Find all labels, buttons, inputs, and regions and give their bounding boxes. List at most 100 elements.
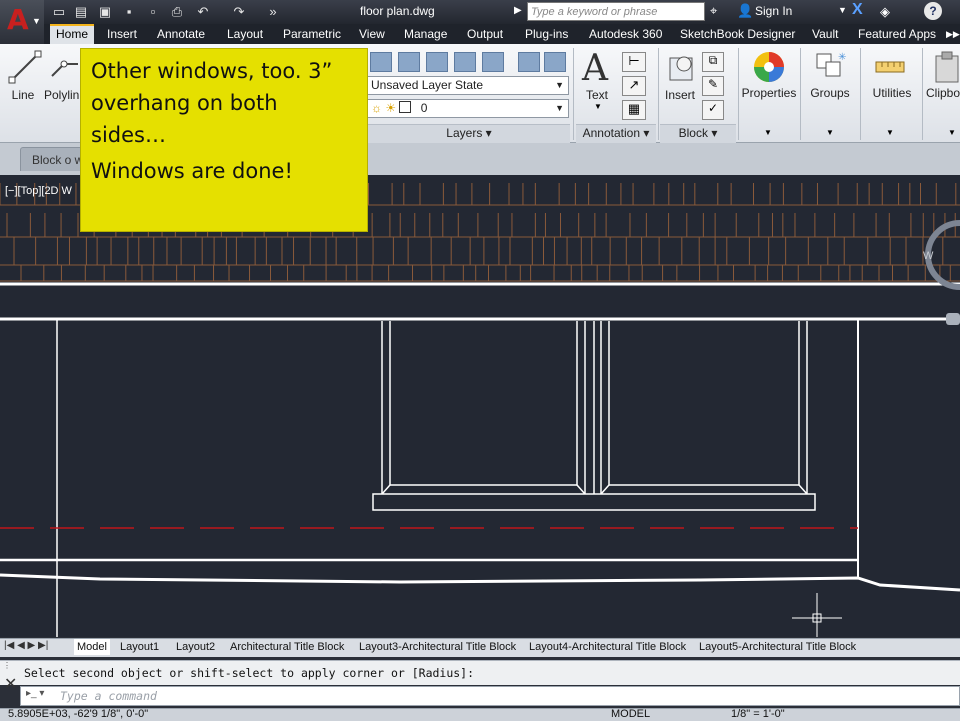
chevron-down-icon[interactable]: ▼ [948,128,956,137]
layout-tab-layout2[interactable]: Layout2 [176,639,215,655]
stay-connected-icon[interactable]: ◈ [880,4,890,20]
clipboard-label[interactable]: Clipbo [926,86,960,100]
chevron-down-icon[interactable]: ▼ [826,128,834,137]
help-button[interactable]: ? [924,2,942,20]
layer-tool-icon[interactable] [426,52,448,72]
create-block-icon[interactable]: ⧉ [702,52,724,72]
layout-tab-model[interactable]: Model [74,639,110,655]
save-icon[interactable]: ▪ [120,3,138,21]
layer-tool-icon[interactable] [370,52,392,72]
save-as-icon[interactable]: ▫ [144,3,162,21]
tab-vault[interactable]: Vault [806,24,844,44]
svg-text:✳: ✳ [838,52,846,63]
tab-insert[interactable]: Insert [101,24,143,44]
redo-icon[interactable]: ↷ [230,3,248,21]
help-search-input[interactable]: Type a keyword or phrase [527,2,705,21]
tab-annotate[interactable]: Annotate [151,24,211,44]
model-space-toggle[interactable]: MODEL [611,708,650,720]
text-tool-icon[interactable]: A [582,48,608,89]
callout-line-2: Windows are done! [91,159,293,183]
sign-in-button[interactable]: Sign In [755,4,792,18]
chevron-down-icon[interactable]: ▼ [886,128,894,137]
chevron-down-icon[interactable]: ▼ [764,128,772,137]
viewport-controls-label[interactable]: [−][Top][2D W [5,185,72,197]
command-prompt-icon[interactable]: ▸_ ▾ [26,688,44,699]
layer-tool-icon[interactable] [518,52,540,72]
undo-icon[interactable]: ↶ [194,3,212,21]
tab-autodesk-360[interactable]: Autodesk 360 [583,24,668,44]
layers-panel-title[interactable]: Layers ▾ [368,124,570,143]
layout-tab-layout5-architectural-title-block[interactable]: Layout5-Architectural Title Block [699,639,856,655]
table-icon[interactable]: ▦ [622,100,646,120]
line-tool-label[interactable]: Line [8,88,38,102]
tab-home[interactable]: Home [50,24,95,44]
more-commands-icon[interactable]: » [264,3,282,21]
layer-state-dropdown[interactable]: Unsaved Layer State ▼ [366,76,569,95]
insert-block-label[interactable]: Insert [662,88,698,102]
leader-icon[interactable]: ↗ [622,76,646,96]
expand-arrow-icon[interactable]: ▶ [514,5,522,16]
edit-attributes-icon[interactable]: ✓ [702,100,724,120]
layer-tool-icon[interactable] [482,52,504,72]
new-file-icon[interactable]: ▭ [50,3,68,21]
viewcube-compass[interactable]: W [923,220,960,325]
user-icon: 👤 [737,3,754,18]
coordinates-readout[interactable]: 5.8905E+03, -62'9 1/8", 0'-0" [8,708,148,720]
layer-tool-icon[interactable] [398,52,420,72]
chevron-down-icon[interactable]: ▼ [838,5,847,15]
ribbon-overflow-icon[interactable]: ▶▶ [940,24,960,44]
edit-block-icon[interactable]: ✎ [702,76,724,96]
layout-tab-layout3-architectural-title-block[interactable]: Layout3-Architectural Title Block [359,639,516,655]
wcs-menu-icon[interactable] [946,313,960,325]
layer-tool-icon[interactable] [454,52,476,72]
dimension-icon[interactable]: ⊢ [622,52,646,72]
tab-manage[interactable]: Manage [398,24,453,44]
properties-color-wheel-icon[interactable] [752,50,786,84]
application-menu-button[interactable]: A ▼ [0,0,44,44]
annotation-scale[interactable]: 1/8" = 1'-0" [731,708,785,720]
command-placeholder: Type a command [60,689,157,703]
tab-parametric[interactable]: Parametric [277,24,347,44]
insert-block-icon[interactable] [664,50,698,86]
window-right [593,321,808,495]
utilities-measure-icon[interactable] [874,56,906,78]
chevron-down-icon[interactable]: ▼ [594,102,602,111]
groups-icon[interactable]: ✳ [814,50,846,82]
text-tool-label[interactable]: Text [580,88,614,102]
panel-separator [738,48,739,140]
chevron-down-icon: ▼ [32,16,41,26]
open-folder-icon[interactable]: ▤ [72,3,90,21]
properties-label[interactable]: Properties [740,86,798,100]
tab-sketchbook-designer[interactable]: SketchBook Designer [674,24,801,44]
polyline-tool-icon[interactable] [50,54,80,82]
block-panel-title[interactable]: Block ▾ [660,124,736,143]
panel-separator [800,48,801,140]
layer-tool-icon[interactable] [544,52,566,72]
close-icon[interactable]: ✕ [4,674,17,694]
open-sheet-set-icon[interactable]: ▣ [96,3,114,21]
layout-nav-arrows-icon[interactable]: |◀ ◀ ▶ ▶| [4,640,48,651]
binoculars-icon[interactable]: ⌖ [710,3,717,19]
current-layer-dropdown[interactable]: ☼ ☀ 0 ▼ [366,99,569,118]
tab-view[interactable]: View [353,24,391,44]
tab-featured-apps[interactable]: Featured Apps [852,24,942,44]
exchange-apps-icon[interactable]: X [852,1,870,21]
tab-plug-ins[interactable]: Plug-ins [519,24,574,44]
line-tool-icon[interactable] [8,50,42,84]
annotation-panel-title[interactable]: Annotation ▾ [576,124,656,143]
groups-label[interactable]: Groups [804,86,856,100]
sun-icon: ☀ [385,101,397,115]
drawing-canvas[interactable]: W [0,175,960,637]
layout-tab-layout4-architectural-title-block[interactable]: Layout4-Architectural Title Block [529,639,686,655]
layout-tab-layout1[interactable]: Layout1 [120,639,159,655]
polyline-tool-label[interactable]: Polylin [44,88,80,102]
utilities-label[interactable]: Utilities [864,86,920,100]
tab-layout[interactable]: Layout [221,24,269,44]
clipboard-icon[interactable] [932,50,960,84]
command-input[interactable] [20,686,960,706]
tab-output[interactable]: Output [461,24,509,44]
layout-tab-architectural-title-block[interactable]: Architectural Title Block [230,639,344,655]
color-swatch-icon [399,101,412,113]
print-icon[interactable]: ⎙ [168,3,186,21]
command-grip-icon[interactable]: ⋮ [3,661,11,670]
